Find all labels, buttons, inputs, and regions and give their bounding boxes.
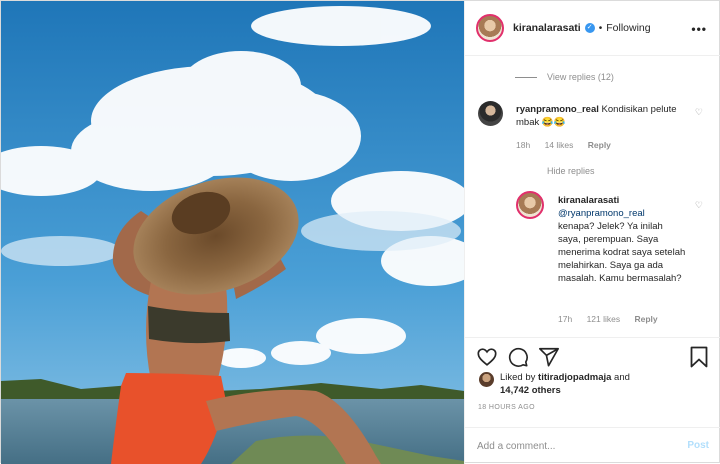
comment-age: 18h (516, 140, 531, 150)
reply-likes[interactable]: 121 likes (587, 314, 621, 324)
heart-icon[interactable] (476, 346, 498, 368)
separator-dot: • (598, 22, 603, 34)
view-replies-button[interactable]: View replies (12) (515, 72, 614, 82)
author-avatar[interactable] (476, 14, 504, 42)
comment-likes[interactable]: 14 likes (545, 140, 574, 150)
reply-text: kenapa? Jelek? Ya inilah saya, perempuan… (558, 221, 686, 284)
post-dialog: kiranalarasati ✓ • Following ••• View re… (0, 0, 720, 464)
reply-author-username[interactable]: kiranalarasati (558, 195, 619, 206)
share-icon[interactable] (538, 346, 560, 368)
reply-to-reply-button[interactable]: Reply (635, 314, 658, 324)
post-header: kiranalarasati ✓ • Following ••• (465, 1, 720, 56)
commenter-avatar[interactable] (478, 101, 503, 126)
photo-illustration (1, 1, 464, 464)
post-timestamp: 18 HOURS AGO (478, 404, 535, 411)
comment-meta: 18h 14 likes Reply (516, 140, 623, 150)
replies-divider-line (515, 76, 537, 78)
bookmark-icon (690, 346, 708, 368)
following-button[interactable]: Following (606, 22, 650, 34)
more-options-icon[interactable]: ••• (691, 22, 707, 36)
hide-replies-button[interactable]: Hide replies (547, 166, 595, 176)
reply-meta: 17h 121 likes Reply (558, 314, 670, 324)
post-sidebar: kiranalarasati ✓ • Following ••• View re… (464, 1, 720, 464)
save-post-button[interactable] (689, 346, 709, 368)
author-username[interactable]: kiranalarasati (513, 22, 581, 34)
like-comment-heart-icon[interactable]: ♡ (695, 107, 703, 118)
likes-summary: Liked by titiradjopadmaja and 14,742 oth… (479, 371, 660, 397)
comments-list: View replies (12) ryanpramono_real Kondi… (465, 57, 720, 337)
liked-by-prefix: Liked by (500, 372, 539, 383)
like-reply-heart-icon[interactable]: ♡ (695, 200, 703, 211)
likes-conjunction: and (611, 372, 630, 383)
reply-age: 17h (558, 314, 573, 324)
comment-icon[interactable] (507, 346, 529, 368)
post-comment-button[interactable]: Post (687, 440, 709, 451)
comment-body: ryanpramono_real Kondisikan pelute mbak … (516, 103, 686, 129)
commenter-username[interactable]: ryanpramono_real (516, 104, 599, 115)
reply-body: kiranalarasati @ryanpramono_real kenapa?… (558, 194, 688, 285)
liker-username[interactable]: titiradjopadmaja (538, 372, 611, 383)
comment-input[interactable] (477, 436, 667, 456)
view-replies-label: View replies (12) (547, 72, 614, 82)
reply-mention-link[interactable]: @ryanpramono_real (558, 207, 688, 220)
liker-avatar[interactable] (479, 372, 494, 387)
post-actions: Liked by titiradjopadmaja and 14,742 oth… (465, 337, 720, 427)
add-comment-bar: Post (465, 427, 720, 464)
likes-text: Liked by titiradjopadmaja and 14,742 oth… (500, 371, 660, 397)
reply-button[interactable]: Reply (588, 140, 611, 150)
others-count-link[interactable]: 14,742 others (500, 385, 561, 396)
post-photo[interactable] (1, 1, 464, 464)
reply-author-avatar[interactable] (516, 191, 544, 219)
verified-badge-icon: ✓ (584, 23, 595, 33)
action-icons (476, 346, 560, 368)
